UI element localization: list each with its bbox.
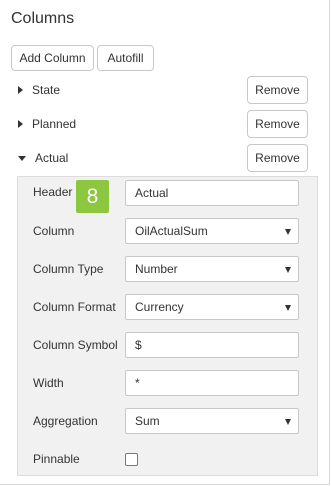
column-label: Planned xyxy=(32,117,77,131)
column-select-value: OilActualSum xyxy=(135,224,208,238)
caret-right-icon[interactable] xyxy=(18,120,23,128)
column-row-actual[interactable]: Actual xyxy=(18,151,68,165)
step-badge: 8 xyxy=(76,180,109,213)
triangle-down-icon xyxy=(285,419,291,425)
column-format-select[interactable]: Currency xyxy=(125,294,299,320)
column-select[interactable]: OilActualSum xyxy=(125,218,299,244)
width-label: Width xyxy=(33,376,64,390)
column-symbol-label: Column Symbol xyxy=(33,338,118,352)
autofill-button[interactable]: Autofill xyxy=(97,45,154,71)
column-row-state[interactable]: State xyxy=(18,83,60,97)
column-type-select[interactable]: Number xyxy=(125,256,299,282)
add-column-button[interactable]: Add Column xyxy=(11,45,94,71)
column-label: Actual xyxy=(35,151,69,165)
caret-down-icon[interactable] xyxy=(18,155,26,161)
triangle-down-icon xyxy=(285,229,291,235)
column-type-label: Column Type xyxy=(33,262,104,276)
column-symbol-input[interactable]: $ xyxy=(125,332,299,358)
caret-right-icon[interactable] xyxy=(18,86,23,94)
aggregation-select[interactable]: Sum xyxy=(125,408,299,434)
width-input[interactable]: * xyxy=(125,370,299,396)
aggregation-value: Sum xyxy=(135,414,160,428)
remove-button[interactable]: Remove xyxy=(247,144,308,172)
column-label: State xyxy=(32,83,61,97)
header-input[interactable]: Actual xyxy=(125,180,299,206)
remove-button[interactable]: Remove xyxy=(247,76,308,104)
header-label: Header xyxy=(33,185,73,199)
remove-button[interactable]: Remove xyxy=(247,110,308,138)
aggregation-label: Aggregation xyxy=(33,414,98,428)
column-format-label: Column Format xyxy=(33,300,116,314)
column-label: Column xyxy=(33,224,75,238)
column-format-value: Currency xyxy=(135,300,184,314)
pinnable-label: Pinnable xyxy=(33,452,80,466)
column-type-value: Number xyxy=(135,262,178,276)
column-row-planned[interactable]: Planned xyxy=(18,117,76,131)
pinnable-checkbox[interactable] xyxy=(125,453,138,466)
triangle-down-icon xyxy=(285,267,291,273)
panel-title: Columns xyxy=(11,10,75,27)
triangle-down-icon xyxy=(285,305,291,311)
